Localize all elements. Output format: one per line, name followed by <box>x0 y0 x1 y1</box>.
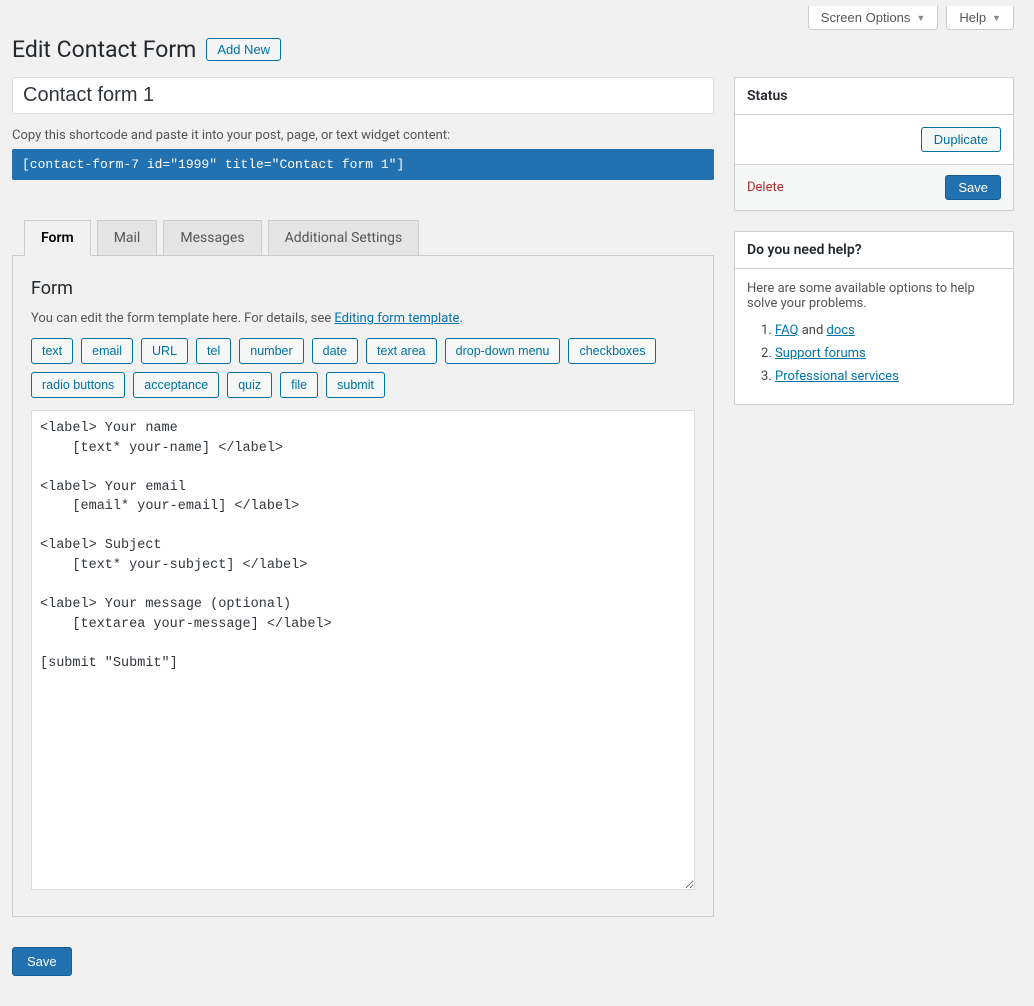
tab-panel-form: Form You can edit the form template here… <box>12 255 714 917</box>
delete-link[interactable]: Delete <box>747 180 784 195</box>
docs-link[interactable]: docs <box>827 323 855 338</box>
tab-additional-settings[interactable]: Additional Settings <box>268 220 420 256</box>
save-button-bottom[interactable]: Save <box>12 947 72 976</box>
tag-generator-buttons: text email URL tel number date text area… <box>31 338 695 398</box>
screen-options-button[interactable]: Screen Options ▼ <box>808 6 939 30</box>
support-forums-link[interactable]: Support forums <box>775 346 866 361</box>
tag-file-button[interactable]: file <box>280 372 318 398</box>
tab-messages[interactable]: Messages <box>163 220 261 256</box>
tag-url-button[interactable]: URL <box>141 338 188 364</box>
help-button[interactable]: Help ▼ <box>946 6 1014 30</box>
faq-link[interactable]: FAQ <box>775 323 798 338</box>
tag-textarea-button[interactable]: text area <box>366 338 437 364</box>
save-button-side[interactable]: Save <box>945 175 1001 200</box>
help-box-title: Do you need help? <box>735 232 1013 269</box>
editing-template-link[interactable]: Editing form template <box>334 311 459 326</box>
tag-radio-button[interactable]: radio buttons <box>31 372 125 398</box>
panel-desc-suffix: . <box>459 311 462 326</box>
panel-desc-prefix: You can edit the form template here. For… <box>31 311 334 326</box>
shortcode-instruction: Copy this shortcode and paste it into yo… <box>12 128 714 143</box>
chevron-down-icon: ▼ <box>992 13 1001 23</box>
status-box: Status Duplicate Delete Save <box>734 77 1014 211</box>
tag-submit-button[interactable]: submit <box>326 372 385 398</box>
tab-form[interactable]: Form <box>24 220 91 256</box>
tab-mail[interactable]: Mail <box>97 220 158 256</box>
help-item-services: Professional services <box>775 369 1001 384</box>
tag-quiz-button[interactable]: quiz <box>227 372 272 398</box>
tab-list: Form Mail Messages Additional Settings <box>24 220 714 256</box>
shortcode-box[interactable]: [contact-form-7 id="1999" title="Contact… <box>12 149 714 180</box>
help-item-forums: Support forums <box>775 346 1001 361</box>
form-title-input[interactable] <box>12 77 714 114</box>
tag-checkboxes-button[interactable]: checkboxes <box>568 338 656 364</box>
add-new-button[interactable]: Add New <box>206 38 281 61</box>
help-label: Help <box>959 10 986 25</box>
duplicate-button[interactable]: Duplicate <box>921 127 1001 152</box>
help-item-faq-docs: FAQ and docs <box>775 323 1001 338</box>
tag-text-button[interactable]: text <box>31 338 73 364</box>
form-template-textarea[interactable] <box>31 410 695 890</box>
tag-email-button[interactable]: email <box>81 338 133 364</box>
help-intro: Here are some available options to help … <box>747 281 1001 311</box>
panel-title: Form <box>31 278 695 299</box>
tag-tel-button[interactable]: tel <box>196 338 231 364</box>
tag-acceptance-button[interactable]: acceptance <box>133 372 219 398</box>
chevron-down-icon: ▼ <box>916 13 925 23</box>
and-text: and <box>798 323 826 338</box>
help-list: FAQ and docs Support forums Professional… <box>747 323 1001 384</box>
tag-number-button[interactable]: number <box>239 338 303 364</box>
screen-options-label: Screen Options <box>821 10 911 25</box>
tag-date-button[interactable]: date <box>312 338 358 364</box>
status-title: Status <box>735 78 1013 115</box>
professional-services-link[interactable]: Professional services <box>775 369 899 384</box>
tag-dropdown-button[interactable]: drop-down menu <box>445 338 561 364</box>
panel-description: You can edit the form template here. For… <box>31 311 695 326</box>
help-box: Do you need help? Here are some availabl… <box>734 231 1014 405</box>
page-title: Edit Contact Form <box>12 36 196 63</box>
